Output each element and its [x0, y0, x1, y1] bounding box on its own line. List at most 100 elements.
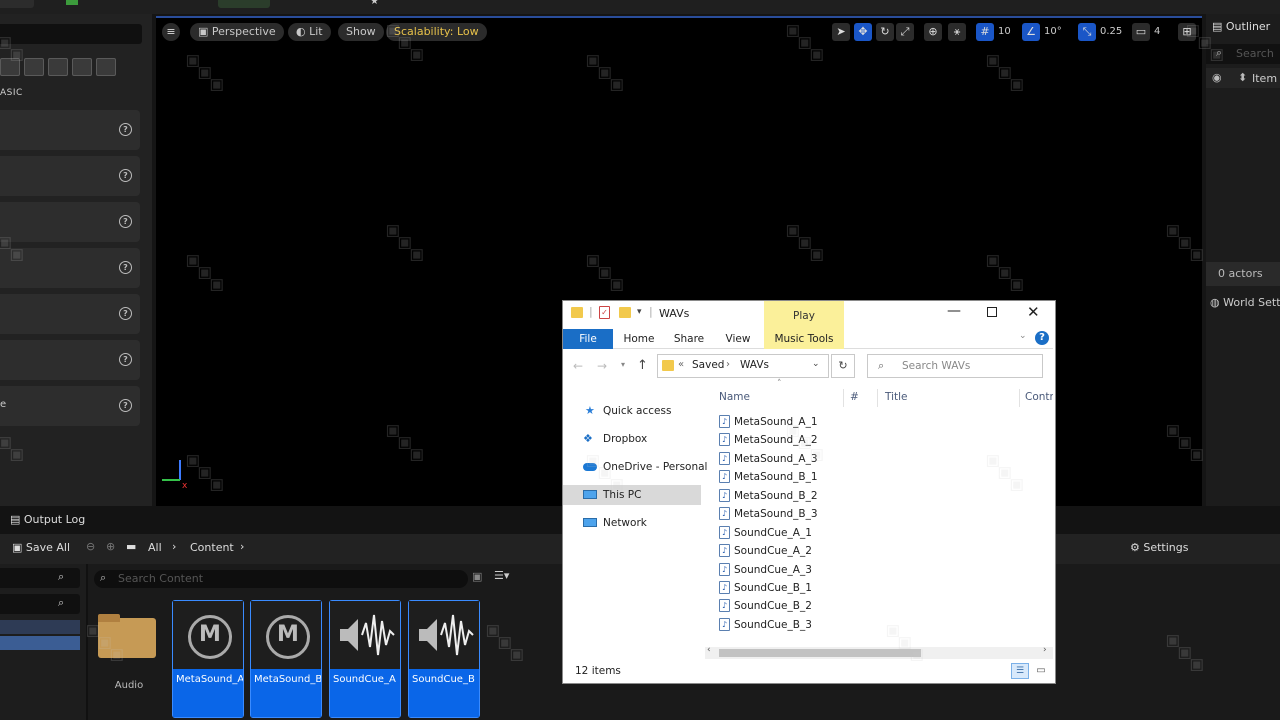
place-actors-search[interactable]: [0, 24, 142, 44]
eye-icon[interactable]: ◉: [1212, 71, 1222, 84]
column-divider[interactable]: [843, 389, 844, 407]
new-folder-icon[interactable]: [619, 307, 631, 318]
save-search-icon[interactable]: ▣: [472, 570, 482, 583]
details-view-icon[interactable]: ☰: [1011, 663, 1029, 679]
overflow-icon[interactable]: «: [678, 359, 684, 370]
content-search-input[interactable]: ⌕ Search Content: [94, 570, 468, 588]
translate-icon[interactable]: ✥: [854, 23, 872, 41]
help-icon[interactable]: ?: [119, 307, 132, 320]
address-bar[interactable]: « Saved › WAVs ⌄: [657, 354, 829, 378]
place-item[interactable]: ?: [0, 202, 140, 242]
close-icon[interactable]: ✕: [1027, 303, 1040, 321]
add-icon[interactable]: [66, 0, 78, 5]
file-row[interactable]: ♪ MetaSound_A_2: [719, 431, 818, 449]
column-number[interactable]: #: [850, 391, 859, 403]
help-icon[interactable]: ?: [119, 399, 132, 412]
surface-snap-icon[interactable]: ⚹: [948, 23, 966, 41]
column-divider[interactable]: [1019, 389, 1020, 407]
help-icon[interactable]: ?: [119, 215, 132, 228]
rotate-icon[interactable]: ↻: [876, 23, 894, 41]
rotation-snap-value[interactable]: 10°: [1044, 23, 1062, 41]
scale-snap-icon[interactable]: ⤡: [1078, 23, 1096, 41]
forward-icon[interactable]: →: [597, 359, 607, 373]
tab-file[interactable]: File: [563, 329, 613, 349]
up-icon[interactable]: ↑: [637, 358, 648, 373]
file-row[interactable]: ♪ SoundCue_B_2: [719, 597, 812, 615]
folder-tree-row[interactable]: [0, 620, 80, 634]
nav-this-pc[interactable]: This PC: [563, 485, 701, 505]
recent-dropdown-icon[interactable]: ▾: [621, 360, 625, 369]
asset-tile[interactable]: SoundCue_A: [329, 600, 401, 718]
column-divider[interactable]: [877, 389, 878, 407]
search-wavs-input[interactable]: ⌕ Search WAVs: [867, 354, 1043, 378]
platform-icon[interactable]: ★: [370, 0, 382, 7]
place-tool-icon[interactable]: [96, 58, 116, 76]
scroll-right-icon[interactable]: ›: [1043, 645, 1047, 655]
back-icon[interactable]: ⊖: [86, 540, 95, 553]
world-local-icon[interactable]: ⊕: [924, 23, 942, 41]
camera-speed-value[interactable]: 4: [1154, 23, 1160, 41]
breadcrumb-saved[interactable]: Saved: [692, 359, 724, 371]
asset-tile[interactable]: M MetaSound_B: [250, 600, 322, 718]
column-title[interactable]: Title: [885, 391, 908, 403]
grid-snap-value[interactable]: 10: [998, 23, 1011, 41]
nav-onedrive[interactable]: OneDrive - Personal: [563, 457, 707, 477]
place-tool-icon[interactable]: [48, 58, 68, 76]
path-all[interactable]: All: [148, 541, 162, 554]
scale-icon[interactable]: ⤢: [896, 23, 914, 41]
tab-share[interactable]: Share: [669, 329, 709, 349]
place-tool-icon[interactable]: [24, 58, 44, 76]
minimize-icon[interactable]: —: [947, 303, 961, 319]
scale-snap-value[interactable]: 0.25: [1100, 23, 1122, 41]
output-log-tab[interactable]: ▤ Output Log: [10, 513, 85, 526]
help-icon[interactable]: ?: [1035, 331, 1049, 345]
folder-tree-row-selected[interactable]: [0, 636, 80, 650]
file-row[interactable]: ♪ MetaSound_B_2: [719, 487, 818, 505]
file-row[interactable]: ♪ SoundCue_A_2: [719, 542, 812, 560]
large-icons-view-icon[interactable]: ▭: [1033, 663, 1049, 679]
back-icon[interactable]: ←: [573, 359, 583, 373]
quick-access-dropdown-icon[interactable]: ▾: [637, 307, 642, 317]
file-row[interactable]: ♪ SoundCue_B_1: [719, 579, 812, 597]
grid-snap-icon[interactable]: #: [976, 23, 994, 41]
nav-dropbox[interactable]: ❖ Dropbox: [563, 429, 701, 449]
help-icon[interactable]: ?: [119, 169, 132, 182]
layout-icon[interactable]: ⊞: [1178, 23, 1196, 41]
maximize-icon[interactable]: [987, 307, 997, 317]
file-row[interactable]: ♪ SoundCue_A_1: [719, 524, 812, 542]
help-icon[interactable]: ?: [119, 353, 132, 366]
camera-speed-icon[interactable]: ▭: [1132, 23, 1150, 41]
help-icon[interactable]: ?: [119, 123, 132, 136]
audio-folder[interactable]: [96, 612, 158, 660]
help-icon[interactable]: ?: [119, 261, 132, 274]
asset-tile[interactable]: M MetaSound_A: [172, 600, 244, 718]
properties-icon[interactable]: ✓: [599, 306, 610, 319]
place-tool-icon[interactable]: [72, 58, 92, 76]
select-icon[interactable]: ➤: [832, 23, 850, 41]
scalability-button[interactable]: Scalability: Low: [386, 23, 487, 41]
place-item[interactable]: ?: [0, 156, 140, 196]
play-controls[interactable]: [218, 0, 270, 8]
settings-button[interactable]: ⚙ Settings: [1130, 541, 1188, 554]
save-all-button[interactable]: ▣ Save All: [12, 541, 70, 554]
lit-button[interactable]: ◐ Lit: [288, 23, 331, 41]
file-row[interactable]: ♪ SoundCue_B_3: [719, 616, 812, 634]
viewport-menu-icon[interactable]: ≡: [162, 23, 180, 41]
show-button[interactable]: Show: [338, 23, 384, 41]
file-row[interactable]: ♪ SoundCue_A_3: [719, 561, 812, 579]
place-item[interactable]: ?: [0, 110, 140, 150]
file-row[interactable]: ♪ MetaSound_A_1: [719, 413, 818, 431]
horizontal-scrollbar[interactable]: ‹ ›: [705, 645, 1053, 659]
filter-icon[interactable]: ☰▾: [494, 569, 509, 582]
file-row[interactable]: ♪ MetaSound_B_3: [719, 505, 818, 523]
explorer-title-bar[interactable]: | ✓ ▾ | WAVs Play — ✕: [563, 301, 1053, 327]
sources-filter[interactable]: ⌕: [0, 594, 80, 614]
nav-quick-access[interactable]: ★ Quick access: [563, 401, 701, 421]
tab-music-tools[interactable]: Music Tools: [764, 329, 844, 349]
scrollbar-thumb[interactable]: [719, 649, 921, 657]
path-content[interactable]: Content: [190, 541, 234, 554]
file-explorer-window[interactable]: | ✓ ▾ | WAVs Play — ✕ File Home Share Vi…: [562, 300, 1056, 684]
outliner-tab[interactable]: ▤ Outliner: [1212, 20, 1270, 33]
file-row[interactable]: ♪ MetaSound_B_1: [719, 468, 818, 486]
world-settings-tab[interactable]: ◍ World Setti: [1210, 296, 1280, 309]
